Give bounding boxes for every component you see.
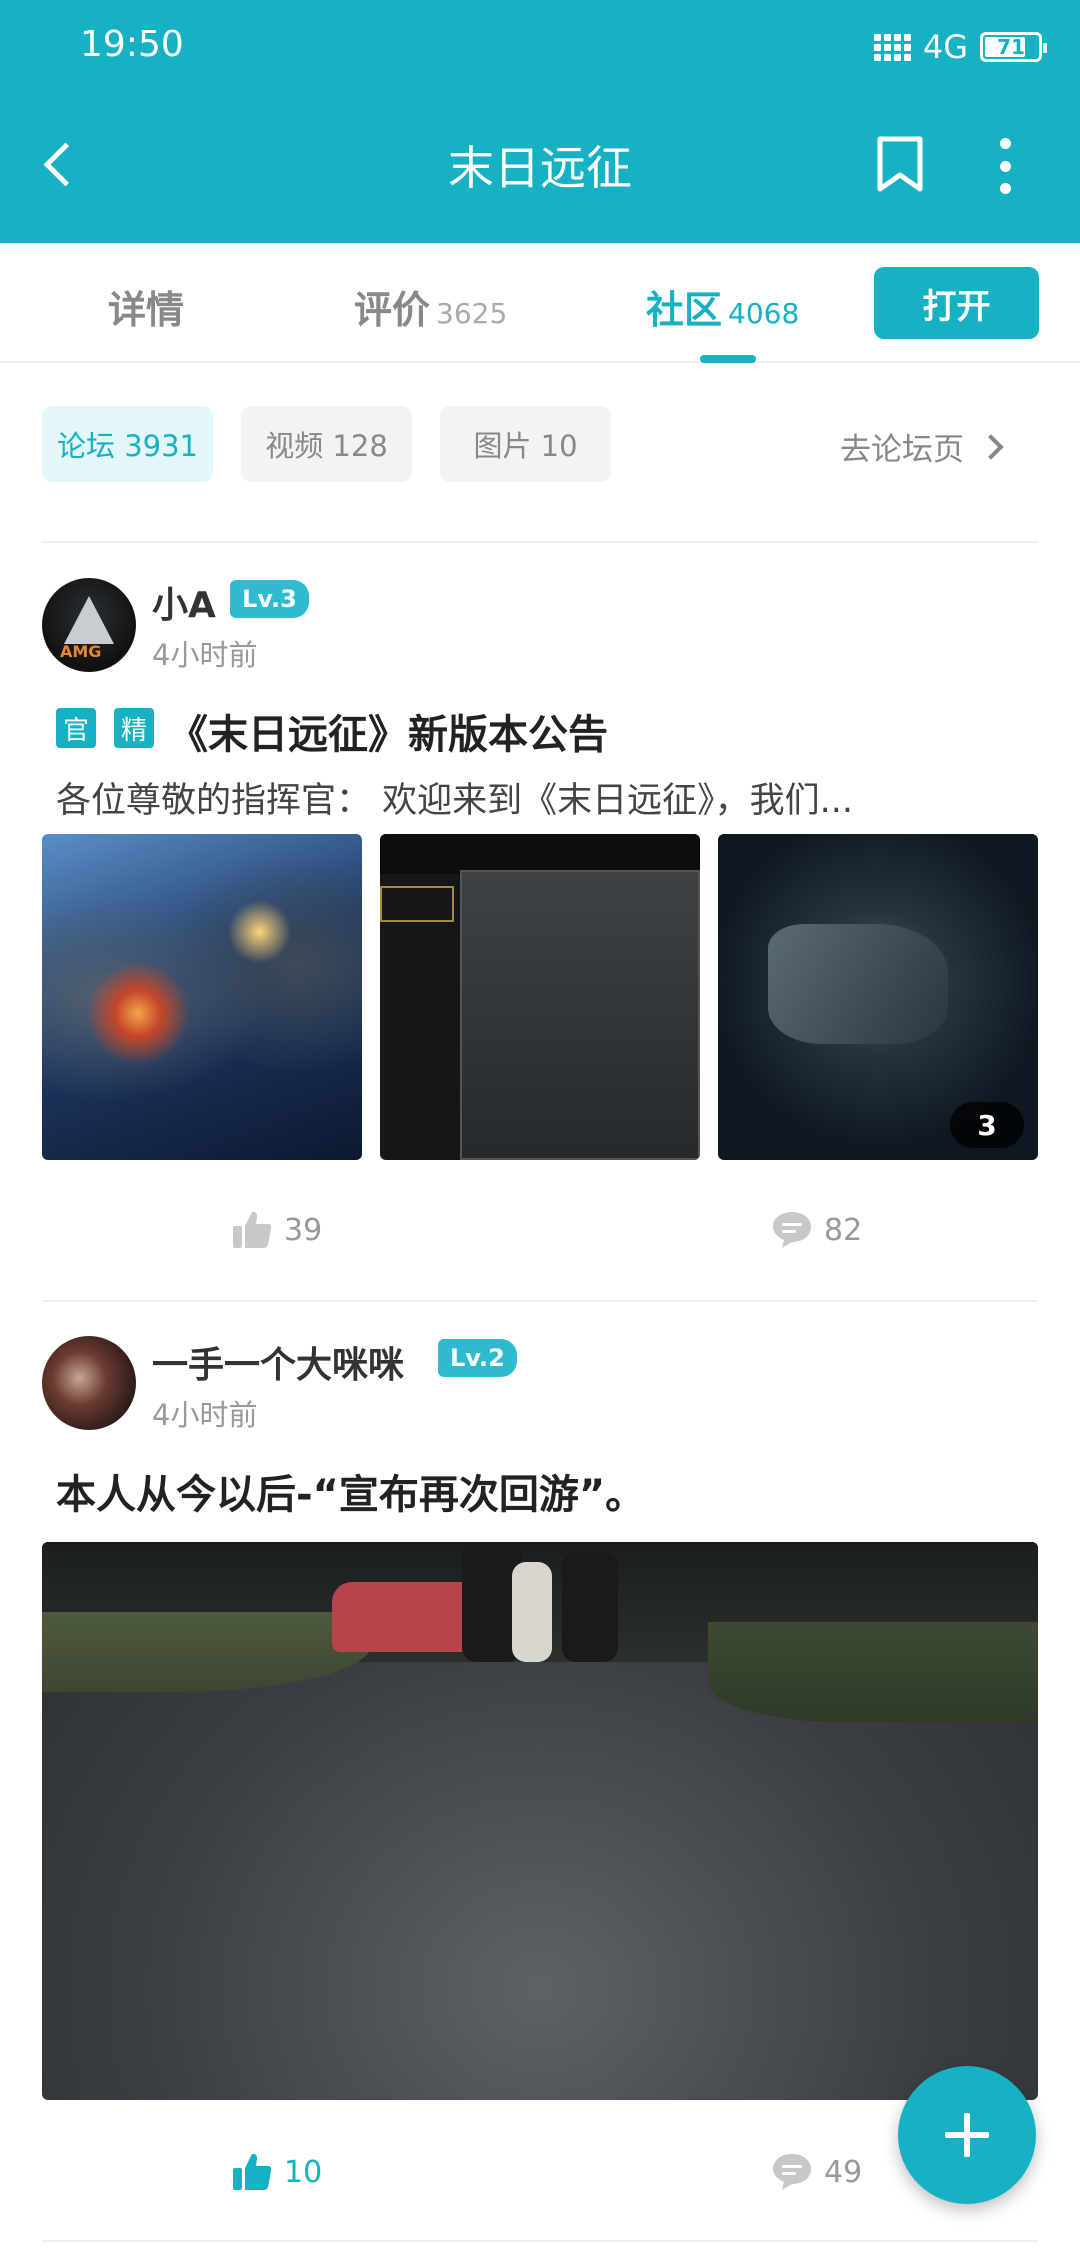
avatar[interactable] xyxy=(42,1336,136,1430)
post-image[interactable] xyxy=(42,1542,1038,2100)
tab-community[interactable]: 社区 4068 xyxy=(646,279,799,334)
status-icons: 4G 71 xyxy=(873,28,1047,66)
post-title[interactable]: 本人从今以后-“宣布再次回游”。 xyxy=(56,1462,645,1520)
avatar[interactable] xyxy=(42,578,136,672)
divider xyxy=(42,541,1038,543)
comment-button[interactable]: 49 xyxy=(770,2150,862,2194)
post-author[interactable]: 一手一个大咪咪 xyxy=(152,1336,404,1388)
tab-details[interactable]: 详情 xyxy=(108,279,184,334)
featured-tag: 精 xyxy=(114,708,154,748)
filter-video[interactable]: 视频 128 xyxy=(241,406,412,482)
thumbs-up-icon xyxy=(233,1211,272,1248)
more-images-count: 3 xyxy=(950,1102,1024,1148)
comment-count: 49 xyxy=(824,2154,863,2190)
divider xyxy=(42,1300,1038,1302)
comment-icon xyxy=(773,1212,811,1248)
official-tag: 官 xyxy=(56,708,96,748)
post-image[interactable] xyxy=(380,834,700,1160)
like-count: 39 xyxy=(284,1212,323,1248)
like-button[interactable]: 39 xyxy=(230,1208,322,1252)
tab-community-label: 社区 xyxy=(646,288,723,332)
signal-icon xyxy=(873,33,911,61)
bookmark-icon[interactable] xyxy=(876,135,924,193)
open-button[interactable]: 打开 xyxy=(874,267,1039,339)
create-post-plus-icon[interactable] xyxy=(898,2066,1036,2204)
like-button[interactable]: 10 xyxy=(230,2150,322,2194)
post-time: 4小时前 xyxy=(152,1398,258,1432)
post-excerpt[interactable]: 各位尊敬的指挥官： 欢迎来到《末日远征》，我们... xyxy=(56,772,1016,823)
comment-button[interactable]: 82 xyxy=(770,1208,862,1252)
like-count: 10 xyxy=(284,2154,323,2190)
post-author[interactable]: 小A xyxy=(152,576,216,628)
comment-count: 82 xyxy=(824,1212,863,1248)
thumbs-up-icon xyxy=(233,2153,272,2190)
level-badge: Lv.3 xyxy=(230,580,309,618)
tab-reviews-count: 3625 xyxy=(436,297,508,330)
post-title[interactable]: 《末日远征》新版本公告 xyxy=(168,702,608,760)
go-to-forum-link[interactable]: 去论坛页 xyxy=(840,424,1004,469)
go-to-forum-label: 去论坛页 xyxy=(840,432,964,468)
battery-icon: 71 xyxy=(980,32,1047,62)
battery-level: 71 xyxy=(997,35,1025,59)
tab-community-count: 4068 xyxy=(728,297,800,330)
tab-details-label: 详情 xyxy=(108,288,185,332)
app-header: 19:50 4G 71 末日远征 xyxy=(0,0,1080,243)
post-image[interactable]: 3 xyxy=(718,834,1038,1160)
tab-bar: 详情 评价 3625 社区 4068 打开 xyxy=(0,243,1080,363)
chevron-right-icon xyxy=(978,433,1004,460)
network-label: 4G xyxy=(922,28,968,66)
post-image[interactable] xyxy=(42,834,362,1160)
tab-reviews-label: 评价 xyxy=(354,288,431,332)
filter-forum[interactable]: 论坛 3931 xyxy=(42,406,213,482)
post-time: 4小时前 xyxy=(152,638,258,672)
level-badge: Lv.2 xyxy=(438,1339,517,1377)
divider xyxy=(42,2240,1038,2242)
active-tab-indicator xyxy=(700,355,756,363)
filter-image[interactable]: 图片 10 xyxy=(440,406,611,482)
tab-reviews[interactable]: 评价 3625 xyxy=(354,279,507,334)
more-options-icon[interactable] xyxy=(992,138,1018,194)
comment-icon xyxy=(773,2154,811,2190)
status-time: 19:50 xyxy=(80,24,184,65)
